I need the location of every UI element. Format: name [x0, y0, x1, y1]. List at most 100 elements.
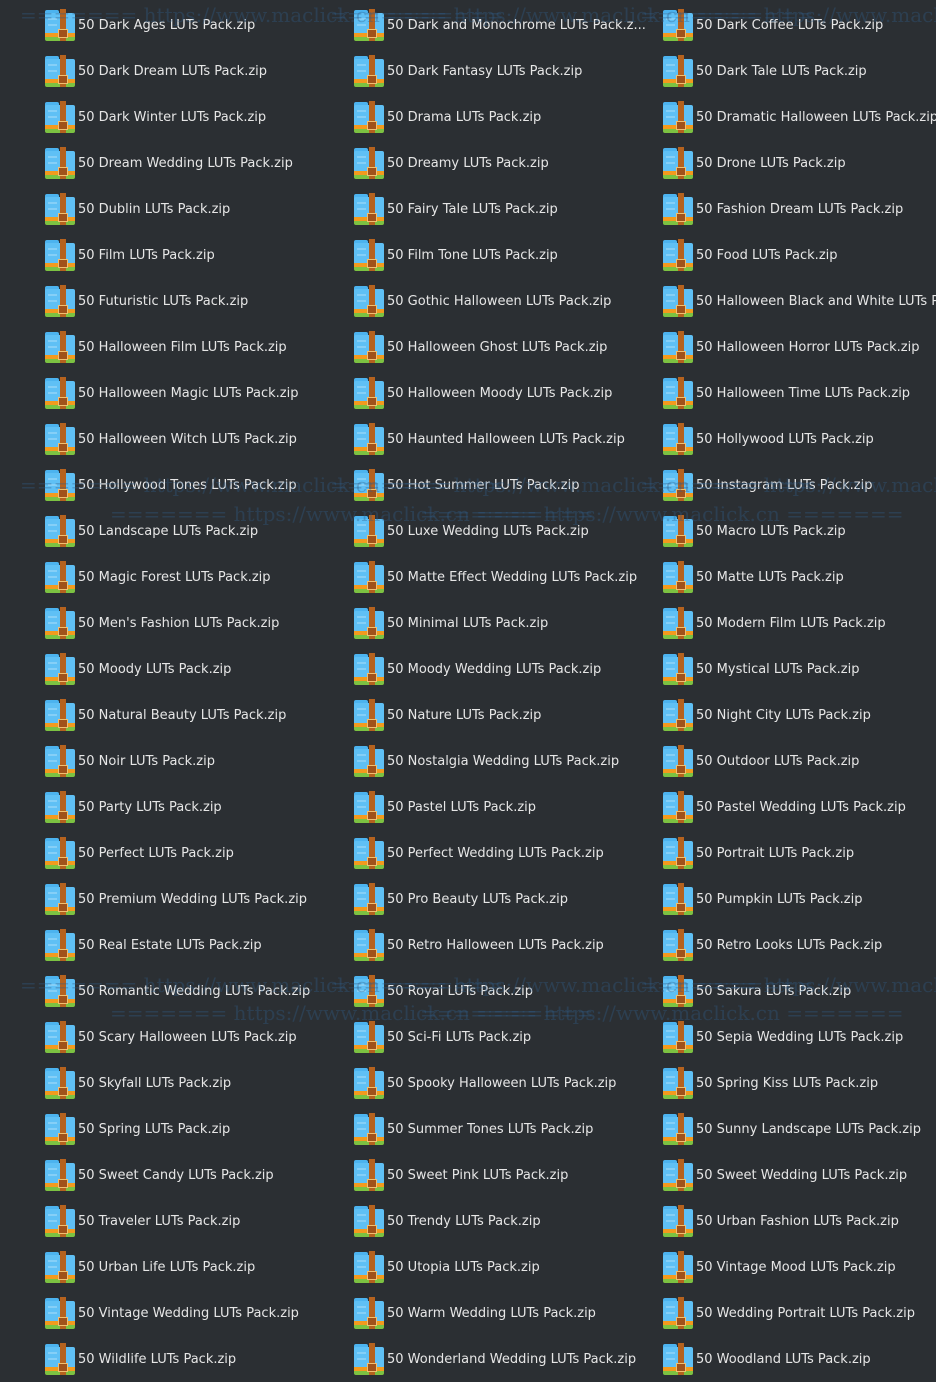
file-item[interactable]: 50 Pastel Wedding LUTs Pack.zip: [662, 784, 936, 830]
file-item[interactable]: 50 Retro Looks LUTs Pack.zip: [662, 922, 936, 968]
zip-archive-icon: [662, 331, 694, 363]
file-item[interactable]: 50 Dramatic Halloween LUTs Pack.zip: [662, 94, 936, 140]
file-name: 50 Fashion Dream LUTs Pack.zip: [696, 201, 904, 217]
file-item[interactable]: 50 Dream Wedding LUTs Pack.zip: [44, 140, 353, 186]
file-item[interactable]: 50 Night City LUTs Pack.zip: [662, 692, 936, 738]
file-item[interactable]: 50 Dark and Monochrome LUTs Pack.z...: [353, 2, 662, 48]
file-item[interactable]: 50 Film LUTs Pack.zip: [44, 232, 353, 278]
file-item[interactable]: 50 Spring LUTs Pack.zip: [44, 1106, 353, 1152]
file-item[interactable]: 50 Trendy LUTs Pack.zip: [353, 1198, 662, 1244]
file-item[interactable]: 50 Sweet Wedding LUTs Pack.zip: [662, 1152, 936, 1198]
file-item[interactable]: 50 Party LUTs Pack.zip: [44, 784, 353, 830]
file-item[interactable]: 50 Sepia Wedding LUTs Pack.zip: [662, 1014, 936, 1060]
file-item[interactable]: 50 Summer Tones LUTs Pack.zip: [353, 1106, 662, 1152]
file-name: 50 Pastel LUTs Pack.zip: [387, 799, 537, 815]
file-item[interactable]: 50 Mystical LUTs Pack.zip: [662, 646, 936, 692]
file-item[interactable]: 50 Hot Summer LUTs Pack.zip: [353, 462, 662, 508]
file-name: 50 Vintage Mood LUTs Pack.zip: [696, 1259, 896, 1275]
file-item[interactable]: 50 Dark Winter LUTs Pack.zip: [44, 94, 353, 140]
file-item[interactable]: 50 Halloween Black and White LUTs Pa...: [662, 278, 936, 324]
file-item[interactable]: 50 Drone LUTs Pack.zip: [662, 140, 936, 186]
file-item[interactable]: 50 Landscape LUTs Pack.zip: [44, 508, 353, 554]
file-item[interactable]: 50 Fairy Tale LUTs Pack.zip: [353, 186, 662, 232]
file-item[interactable]: 50 Vintage Wedding LUTs Pack.zip: [44, 1290, 353, 1336]
file-item[interactable]: 50 Sakura LUTs Pack.zip: [662, 968, 936, 1014]
file-item[interactable]: 50 Matte LUTs Pack.zip: [662, 554, 936, 600]
file-item[interactable]: 50 Men's Fashion LUTs Pack.zip: [44, 600, 353, 646]
file-item[interactable]: 50 Halloween Ghost LUTs Pack.zip: [353, 324, 662, 370]
file-item[interactable]: 50 Halloween Time LUTs Pack.zip: [662, 370, 936, 416]
file-item[interactable]: 50 Dublin LUTs Pack.zip: [44, 186, 353, 232]
file-item[interactable]: 50 Dark Dream LUTs Pack.zip: [44, 48, 353, 94]
file-item[interactable]: 50 Noir LUTs Pack.zip: [44, 738, 353, 784]
file-item[interactable]: 50 Instagram LUTs Pack.zip: [662, 462, 936, 508]
file-name: 50 Hollywood LUTs Pack.zip: [696, 431, 874, 447]
file-item[interactable]: 50 Haunted Halloween LUTs Pack.zip: [353, 416, 662, 462]
file-item[interactable]: 50 Gothic Halloween LUTs Pack.zip: [353, 278, 662, 324]
file-item[interactable]: 50 Halloween Moody LUTs Pack.zip: [353, 370, 662, 416]
file-item[interactable]: 50 Spooky Halloween LUTs Pack.zip: [353, 1060, 662, 1106]
file-item[interactable]: 50 Skyfall LUTs Pack.zip: [44, 1060, 353, 1106]
file-item[interactable]: 50 Modern Film LUTs Pack.zip: [662, 600, 936, 646]
file-item[interactable]: 50 Fashion Dream LUTs Pack.zip: [662, 186, 936, 232]
file-item[interactable]: 50 Premium Wedding LUTs Pack.zip: [44, 876, 353, 922]
file-name: 50 Sweet Wedding LUTs Pack.zip: [696, 1167, 908, 1183]
zip-archive-icon: [353, 515, 385, 547]
file-item[interactable]: 50 Halloween Witch LUTs Pack.zip: [44, 416, 353, 462]
file-item[interactable]: 50 Outdoor LUTs Pack.zip: [662, 738, 936, 784]
file-item[interactable]: 50 Spring Kiss LUTs Pack.zip: [662, 1060, 936, 1106]
file-item[interactable]: 50 Magic Forest LUTs Pack.zip: [44, 554, 353, 600]
file-item[interactable]: 50 Royal LUTs Pack.zip: [353, 968, 662, 1014]
file-item[interactable]: 50 Dark Fantasy LUTs Pack.zip: [353, 48, 662, 94]
file-item[interactable]: 50 Romantic Wedding LUTs Pack.zip: [44, 968, 353, 1014]
file-item[interactable]: 50 Food LUTs Pack.zip: [662, 232, 936, 278]
file-item[interactable]: 50 Halloween Film LUTs Pack.zip: [44, 324, 353, 370]
file-item[interactable]: 50 Minimal LUTs Pack.zip: [353, 600, 662, 646]
file-name: 50 Drama LUTs Pack.zip: [387, 109, 542, 125]
file-item[interactable]: 50 Sci-Fi LUTs Pack.zip: [353, 1014, 662, 1060]
file-item[interactable]: 50 Moody Wedding LUTs Pack.zip: [353, 646, 662, 692]
file-item[interactable]: 50 Wonderland Wedding LUTs Pack.zip: [353, 1336, 662, 1382]
file-item[interactable]: 50 Portrait LUTs Pack.zip: [662, 830, 936, 876]
file-item[interactable]: 50 Sweet Candy LUTs Pack.zip: [44, 1152, 353, 1198]
file-item[interactable]: 50 Real Estate LUTs Pack.zip: [44, 922, 353, 968]
file-item[interactable]: 50 Nostalgia Wedding LUTs Pack.zip: [353, 738, 662, 784]
file-item[interactable]: 50 Perfect LUTs Pack.zip: [44, 830, 353, 876]
zip-archive-icon: [44, 699, 76, 731]
file-item[interactable]: 50 Dark Tale LUTs Pack.zip: [662, 48, 936, 94]
file-item[interactable]: 50 Dark Coffee LUTs Pack.zip: [662, 2, 936, 48]
file-item[interactable]: 50 Woodland LUTs Pack.zip: [662, 1336, 936, 1382]
file-item[interactable]: 50 Dark Ages LUTs Pack.zip: [44, 2, 353, 48]
file-item[interactable]: 50 Halloween Horror LUTs Pack.zip: [662, 324, 936, 370]
file-item[interactable]: 50 Film Tone LUTs Pack.zip: [353, 232, 662, 278]
file-item[interactable]: 50 Wedding Portrait LUTs Pack.zip: [662, 1290, 936, 1336]
file-item[interactable]: 50 Natural Beauty LUTs Pack.zip: [44, 692, 353, 738]
file-item[interactable]: 50 Urban Fashion LUTs Pack.zip: [662, 1198, 936, 1244]
file-item[interactable]: 50 Vintage Mood LUTs Pack.zip: [662, 1244, 936, 1290]
file-item[interactable]: 50 Sweet Pink LUTs Pack.zip: [353, 1152, 662, 1198]
file-item[interactable]: 50 Hollywood LUTs Pack.zip: [662, 416, 936, 462]
file-item[interactable]: 50 Futuristic LUTs Pack.zip: [44, 278, 353, 324]
file-item[interactable]: 50 Warm Wedding LUTs Pack.zip: [353, 1290, 662, 1336]
file-item[interactable]: 50 Pro Beauty LUTs Pack.zip: [353, 876, 662, 922]
file-item[interactable]: 50 Perfect Wedding LUTs Pack.zip: [353, 830, 662, 876]
file-name: 50 Haunted Halloween LUTs Pack.zip: [387, 431, 625, 447]
file-item[interactable]: 50 Sunny Landscape LUTs Pack.zip: [662, 1106, 936, 1152]
file-item[interactable]: 50 Moody LUTs Pack.zip: [44, 646, 353, 692]
file-item[interactable]: 50 Retro Halloween LUTs Pack.zip: [353, 922, 662, 968]
file-item[interactable]: 50 Pumpkin LUTs Pack.zip: [662, 876, 936, 922]
file-item[interactable]: 50 Scary Halloween LUTs Pack.zip: [44, 1014, 353, 1060]
file-item[interactable]: 50 Macro LUTs Pack.zip: [662, 508, 936, 554]
file-item[interactable]: 50 Halloween Magic LUTs Pack.zip: [44, 370, 353, 416]
file-item[interactable]: 50 Utopia LUTs Pack.zip: [353, 1244, 662, 1290]
file-item[interactable]: 50 Pastel LUTs Pack.zip: [353, 784, 662, 830]
file-item[interactable]: 50 Wildlife LUTs Pack.zip: [44, 1336, 353, 1382]
file-item[interactable]: 50 Traveler LUTs Pack.zip: [44, 1198, 353, 1244]
file-item[interactable]: 50 Drama LUTs Pack.zip: [353, 94, 662, 140]
file-item[interactable]: 50 Hollywood Tones LUTs Pack.zip: [44, 462, 353, 508]
file-item[interactable]: 50 Dreamy LUTs Pack.zip: [353, 140, 662, 186]
file-item[interactable]: 50 Matte Effect Wedding LUTs Pack.zip: [353, 554, 662, 600]
file-item[interactable]: 50 Urban Life LUTs Pack.zip: [44, 1244, 353, 1290]
file-item[interactable]: 50 Nature LUTs Pack.zip: [353, 692, 662, 738]
file-item[interactable]: 50 Luxe Wedding LUTs Pack.zip: [353, 508, 662, 554]
